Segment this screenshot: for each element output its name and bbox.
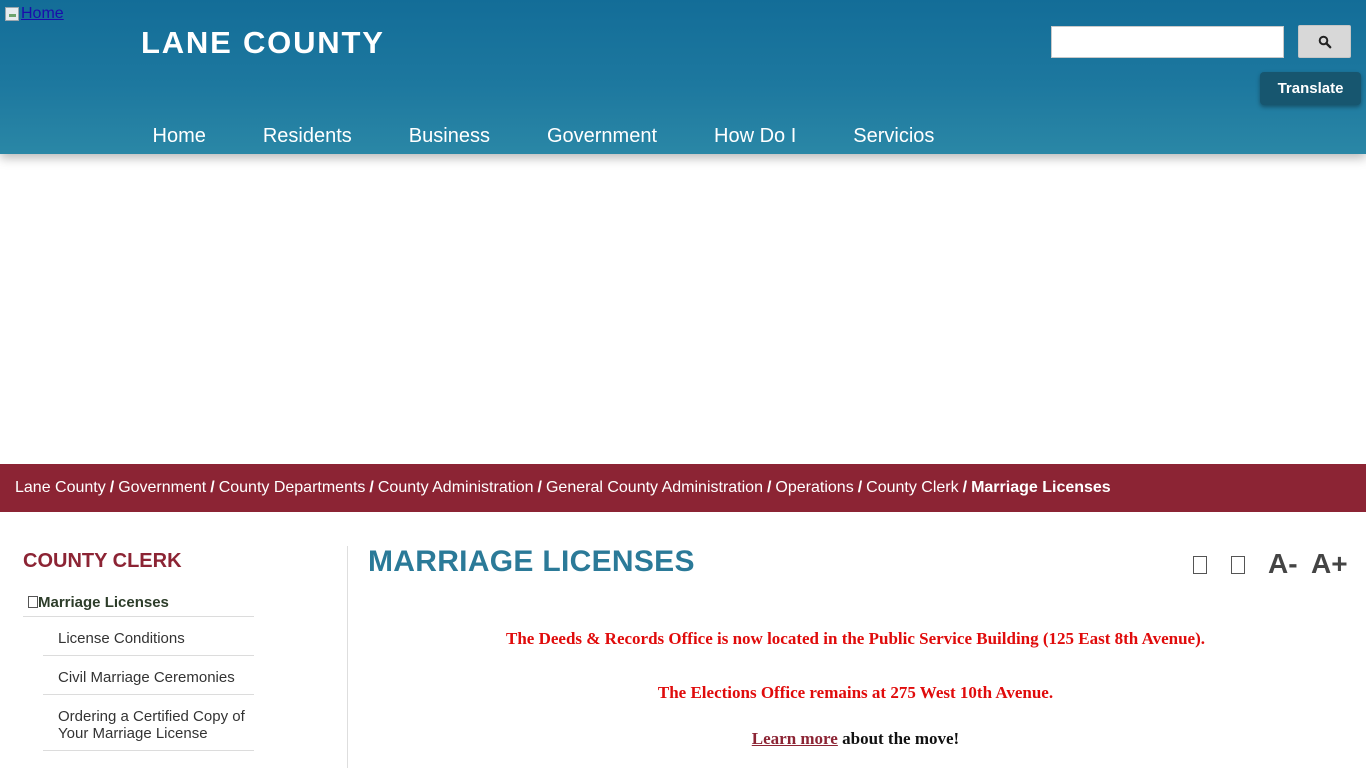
search-icon xyxy=(1318,35,1331,48)
breadcrumb-item[interactable]: County Clerk xyxy=(866,479,958,497)
sidebar-item-marriage-licenses[interactable]: Marriage Licenses xyxy=(23,588,254,617)
breadcrumb-separator: / xyxy=(962,479,968,496)
share-icon[interactable] xyxy=(1231,556,1245,574)
breadcrumb-separator: / xyxy=(857,479,863,496)
breadcrumb-current: Marriage Licenses xyxy=(971,479,1111,496)
breadcrumb-item[interactable]: Government xyxy=(118,479,206,497)
home-link-text: Home xyxy=(21,5,64,22)
nav-item-how-do-i[interactable]: How Do I xyxy=(686,120,825,152)
nav-item-residents[interactable]: Residents xyxy=(234,120,380,152)
submenu-toggle-icon xyxy=(28,596,38,608)
home-logo-link[interactable]: Home xyxy=(5,5,64,23)
learn-more-link[interactable]: Learn more xyxy=(752,729,838,748)
sidebar-item-certified-copy[interactable]: Ordering a Certified Copy of Your Marria… xyxy=(43,695,254,751)
breadcrumb-separator: / xyxy=(109,479,115,496)
deeds-notice: The Deeds & Records Office is now locate… xyxy=(505,629,1206,648)
nav-item-business[interactable]: Business xyxy=(380,120,518,152)
breadcrumb-item[interactable]: Lane County xyxy=(15,479,106,497)
logo-image-icon xyxy=(5,7,19,21)
content-divider xyxy=(347,546,348,768)
sidebar-sub-list: License Conditions Civil Marriage Ceremo… xyxy=(43,617,254,751)
nav-item-servicios[interactable]: Servicios xyxy=(825,120,963,152)
increase-font-button[interactable]: A+ xyxy=(1311,548,1348,580)
move-notice: Learn more about the move! xyxy=(368,729,1343,749)
sidebar-title[interactable]: COUNTY CLERK xyxy=(23,546,254,588)
search-button[interactable] xyxy=(1298,25,1351,58)
breadcrumb-item[interactable]: General County Administration xyxy=(546,479,763,497)
sidebar: COUNTY CLERK Marriage Licenses License C… xyxy=(23,546,254,751)
decrease-font-button[interactable]: A- xyxy=(1268,548,1298,580)
print-icon[interactable] xyxy=(1193,556,1207,574)
sidebar-item-civil-marriage-ceremonies[interactable]: Civil Marriage Ceremonies xyxy=(43,656,254,695)
breadcrumb-separator: / xyxy=(210,479,215,496)
main-nav: Home Residents Business Government How D… xyxy=(124,120,963,152)
sidebar-item-license-conditions[interactable]: License Conditions xyxy=(43,617,254,656)
breadcrumb: Lane County / Government / County Depart… xyxy=(0,464,1366,512)
site-header: Home LANE COUNTY Translate Home Resident… xyxy=(0,0,1366,154)
breadcrumb-separator: / xyxy=(369,479,374,496)
translate-button[interactable]: Translate xyxy=(1260,72,1361,105)
nav-item-home[interactable]: Home xyxy=(124,120,234,152)
page-title: MARRIAGE LICENSES xyxy=(368,545,695,578)
search-input[interactable] xyxy=(1051,26,1284,58)
breadcrumb-separator: / xyxy=(537,479,542,496)
breadcrumb-item[interactable]: County Administration xyxy=(378,479,534,497)
learn-more-suffix: about the move! xyxy=(837,729,960,748)
nav-item-government[interactable]: Government xyxy=(518,120,685,152)
breadcrumb-item[interactable]: Operations xyxy=(775,479,853,497)
breadcrumb-item[interactable]: County Departments xyxy=(219,479,366,497)
breadcrumb-separator: / xyxy=(766,479,772,496)
elections-notice: The Elections Office remains at 275 West… xyxy=(657,683,1054,702)
sidebar-item-label: Marriage Licenses xyxy=(38,593,169,611)
site-title: LANE COUNTY xyxy=(141,25,385,60)
